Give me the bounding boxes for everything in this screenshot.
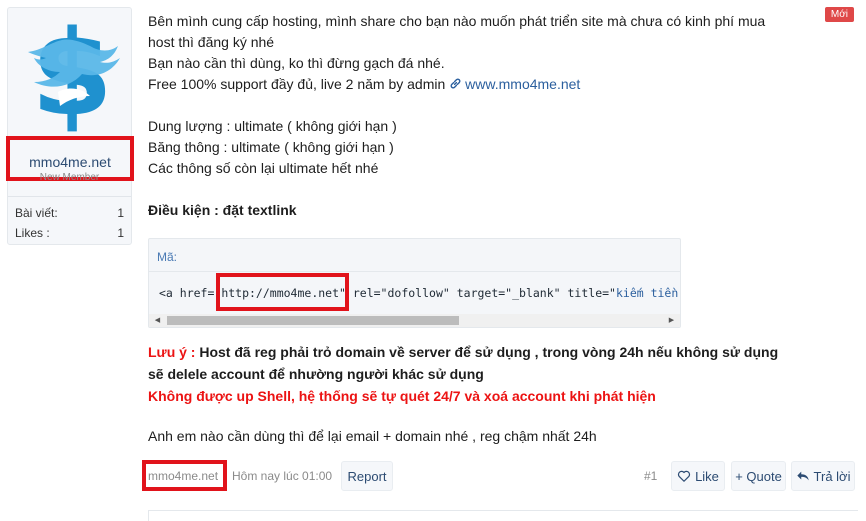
message-line: Bạn nào cần thì dùng, ko thì đừng gạch đ… — [148, 55, 445, 71]
user-title: New Member — [39, 172, 100, 183]
warning-label: Lưu ý : — [148, 344, 196, 360]
code-divider — [149, 271, 680, 272]
stats-divider — [8, 196, 131, 197]
heart-icon — [678, 470, 691, 482]
code-title: Mã: — [157, 250, 178, 264]
website-link-text[interactable]: www.mmo4me.net — [465, 76, 580, 92]
warning-shell: Không được up Shell, hệ thống sẽ tự quét… — [148, 388, 656, 404]
user-sidebar: $ mmo4me.net New Member Bài viết: 1 Like… — [6, 4, 134, 245]
code-scrollbar[interactable]: ◀ ▶ — [149, 314, 680, 327]
message-body: Bên mình cung cấp hosting, mình share ch… — [148, 11, 848, 221]
like-label: Like — [695, 468, 719, 484]
stat-likes-value: 1 — [117, 226, 124, 240]
scroll-thumb[interactable] — [167, 316, 459, 325]
warning-line: Lưu ý : Host đã reg phải trỏ domain về s… — [148, 341, 848, 363]
message-line: host thì đăng ký nhé — [148, 34, 275, 50]
username[interactable]: mmo4me.net — [10, 154, 130, 170]
stat-likes: Likes : 1 — [15, 226, 124, 240]
message-line: Bên mình cung cấp hosting, mình share ch… — [148, 13, 766, 29]
spec-line: Dung lượng : ultimate ( không giới hạn ) — [148, 118, 397, 134]
quote-button[interactable]: + Quote — [731, 461, 786, 491]
post-footer: mmo4me.net Hôm nay lúc 01:00 Report #1 L… — [142, 460, 858, 491]
warning-block: Lưu ý : Host đã reg phải trỏ domain về s… — [148, 341, 848, 407]
like-button[interactable]: Like — [671, 461, 725, 491]
avatar[interactable]: $ — [20, 4, 124, 142]
avatar-dollar-bird-icon: $ — [28, 4, 120, 142]
message-line: Free 100% support đầy đủ, live 2 năm by … — [148, 74, 848, 95]
stat-posts-label: Bài viết: — [15, 206, 58, 220]
warning-text: Host đã reg phải trỏ domain về server để… — [195, 344, 779, 360]
stat-posts: Bài viết: 1 — [15, 206, 124, 220]
reply-arrow-icon — [796, 471, 809, 481]
support-text: Free 100% support đầy đủ, live 2 năm by … — [148, 76, 446, 92]
report-button[interactable]: Report — [341, 461, 393, 491]
condition-heading: Điều kiện : đặt textlink — [148, 202, 297, 218]
quote-label: + Quote — [735, 468, 782, 484]
code-part: <a href=" — [159, 286, 222, 300]
scroll-right-arrow-icon[interactable]: ▶ — [665, 314, 678, 327]
spec-line: Băng thông : ultimate ( không giới hạn ) — [148, 139, 394, 155]
warning-line: sẽ delele account để nhường người khác s… — [148, 366, 484, 382]
code-part: " rel="dofollow" target="_blank" title=" — [339, 286, 616, 300]
code-anchor-title: kiếm tiền — [615, 286, 679, 300]
post-time[interactable]: Hôm nay lúc 01:00 — [232, 469, 332, 483]
website-link[interactable]: www.mmo4me.net — [449, 76, 580, 92]
closing-text: Anh em nào cần dùng thì để lại email + d… — [148, 428, 597, 444]
spec-line: Các thông số còn lại ultimate hết nhé — [148, 160, 379, 176]
post-author-highlight — [142, 460, 227, 491]
post-number[interactable]: #1 — [644, 469, 657, 483]
scroll-left-arrow-icon[interactable]: ◀ — [151, 314, 164, 327]
link-icon — [450, 78, 461, 89]
next-post-edge — [148, 510, 858, 521]
code-url-highlight — [216, 273, 349, 311]
stat-posts-value: 1 — [117, 206, 124, 220]
report-label: Report — [347, 468, 387, 484]
reply-button[interactable]: Trả lời — [791, 461, 855, 491]
reply-label: Trả lời — [813, 468, 851, 484]
stat-likes-label: Likes : — [15, 226, 50, 240]
